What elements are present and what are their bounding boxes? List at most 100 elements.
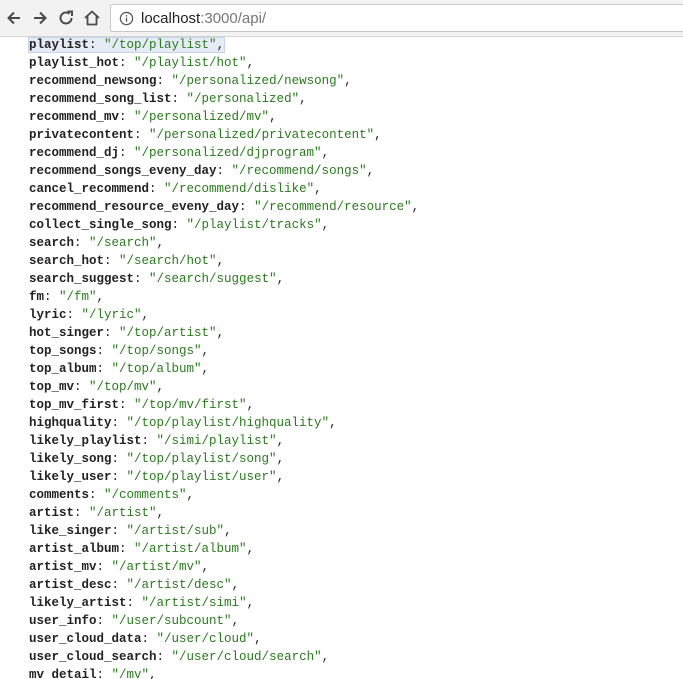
colon-separator: : xyxy=(96,344,112,358)
api-entry: fm: "/fm", xyxy=(29,290,104,304)
comma-separator: , xyxy=(269,110,277,124)
colon-separator: : xyxy=(96,362,112,376)
api-path-value: "/fm" xyxy=(59,290,97,304)
api-entry-row: top_songs: "/top/songs", xyxy=(29,342,419,360)
api-entry: user_cloud_search: "/user/cloud/search", xyxy=(29,650,329,664)
api-path-value: "/top/artist" xyxy=(119,326,217,340)
address-bar[interactable]: localhost:3000/api/ xyxy=(110,4,683,32)
comma-separator: , xyxy=(201,344,210,358)
colon-separator: : xyxy=(111,416,127,430)
comma-separator: , xyxy=(216,326,225,340)
api-path-value: "/artist/album" xyxy=(134,542,247,556)
api-entry-row: artist_album: "/artist/album", xyxy=(29,540,419,558)
api-entry: mv_detail: "/mv", xyxy=(29,668,157,679)
api-entry: top_mv_first: "/top/mv/first", xyxy=(29,398,254,412)
api-entry: recommend_songs_eveny_day: "/recommend/s… xyxy=(29,164,374,178)
home-button[interactable] xyxy=(80,6,104,30)
forward-button[interactable] xyxy=(28,6,52,30)
comma-separator: , xyxy=(374,128,382,142)
api-entry-row: collect_single_song: "/playlist/tracks", xyxy=(29,216,419,234)
api-key: cancel_recommend xyxy=(29,182,150,196)
api-entry: recommend_dj: "/personalized/djprogram", xyxy=(29,146,329,160)
reload-button[interactable] xyxy=(54,6,78,30)
api-key: likely_artist xyxy=(29,596,127,610)
api-entry-row: highquality: "/top/playlist/highquality"… xyxy=(29,414,419,432)
comma-separator: , xyxy=(231,578,240,592)
api-entry: search: "/search", xyxy=(29,236,164,250)
api-path-value: "/personalized/mv" xyxy=(134,110,270,124)
api-entry-row: search_hot: "/search/hot", xyxy=(29,252,419,270)
api-entry: like_singer: "/artist/sub", xyxy=(29,524,232,538)
api-entry-row: like_singer: "/artist/sub", xyxy=(29,522,419,540)
api-path-value: "/top/playlist/song" xyxy=(126,452,277,466)
api-key: top_mv_first xyxy=(29,398,120,412)
info-circle-icon[interactable] xyxy=(119,11,134,26)
api-entry-row: user_cloud_data: "/user/cloud", xyxy=(29,630,419,648)
colon-separator: : xyxy=(119,146,135,160)
url-host: localhost xyxy=(141,9,201,27)
api-entry: privatecontent: "/personalized/privateco… xyxy=(29,128,382,142)
colon-separator: : xyxy=(149,182,165,196)
api-key: search xyxy=(29,236,75,250)
colon-separator: : xyxy=(239,200,255,214)
api-entry-row: recommend_mv: "/personalized/mv", xyxy=(29,108,419,126)
api-path-value: "/comments" xyxy=(104,488,187,502)
api-entry: playlist_hot: "/playlist/hot", xyxy=(29,56,254,70)
colon-separator: : xyxy=(104,326,120,340)
api-key: top_album xyxy=(29,362,97,376)
api-entry: recommend_newsong: "/personalized/newson… xyxy=(29,74,352,88)
api-key: recommend_dj xyxy=(29,146,120,160)
api-entry-row: playlist: "/top/playlist", xyxy=(27,37,419,54)
api-entry: artist_mv: "/artist/mv", xyxy=(29,560,209,574)
colon-separator: : xyxy=(104,254,120,268)
comma-separator: , xyxy=(254,632,262,646)
api-key: hot_singer xyxy=(29,326,105,340)
colon-separator: : xyxy=(74,236,90,250)
api-key: top_mv xyxy=(29,380,75,394)
colon-separator: : xyxy=(171,218,187,232)
api-path-value: "/top/playlist/user" xyxy=(126,470,277,484)
api-key: recommend_mv xyxy=(29,110,120,124)
colon-separator: : xyxy=(96,668,112,679)
api-path-value: "/artist/mv" xyxy=(111,560,202,574)
api-entry: recommend_resource_eveny_day: "/recommen… xyxy=(29,200,419,214)
api-key: recommend_resource_eveny_day xyxy=(29,200,240,214)
api-entry-row: lyric: "/lyric", xyxy=(29,306,419,324)
colon-separator: : xyxy=(89,38,105,52)
comma-separator: , xyxy=(299,92,307,106)
api-path-value: "/top/songs" xyxy=(111,344,202,358)
comma-separator: , xyxy=(186,488,195,502)
comma-separator: , xyxy=(321,650,330,664)
colon-separator: : xyxy=(89,488,105,502)
api-entry-row: recommend_dj: "/personalized/djprogram", xyxy=(29,144,419,162)
api-entry: top_album: "/top/album", xyxy=(29,362,209,376)
colon-separator: : xyxy=(156,74,172,88)
api-entry: hot_singer: "/top/artist", xyxy=(29,326,224,340)
api-entry: recommend_mv: "/personalized/mv", xyxy=(29,110,277,124)
comma-separator: , xyxy=(366,164,375,178)
api-key: like_singer xyxy=(29,524,112,538)
api-entry: playlist: "/top/playlist", xyxy=(27,37,226,53)
api-entry: likely_playlist: "/simi/playlist", xyxy=(29,434,284,448)
api-entry-row: artist: "/artist", xyxy=(29,504,419,522)
api-path-value: "/artist" xyxy=(89,506,157,520)
api-path-value: "/playlist/tracks" xyxy=(186,218,322,232)
api-entry-row: likely_artist: "/artist/simi", xyxy=(29,594,419,612)
api-entry-row: cancel_recommend: "/recommend/dislike", xyxy=(29,180,419,198)
api-key: search_hot xyxy=(29,254,105,268)
colon-separator: : xyxy=(66,308,82,322)
api-path-value: "/personalized/newsong" xyxy=(171,74,345,88)
comma-separator: , xyxy=(276,272,285,286)
api-key: recommend_newsong xyxy=(29,74,157,88)
api-entry: recommend_song_list: "/personalized", xyxy=(29,92,307,106)
url-text[interactable]: localhost:3000/api/ xyxy=(141,10,266,27)
comma-separator: , xyxy=(329,416,337,430)
api-entry-row: comments: "/comments", xyxy=(29,486,419,504)
api-entry-row: recommend_newsong: "/personalized/newson… xyxy=(29,72,419,90)
comma-separator: , xyxy=(246,596,255,610)
colon-separator: : xyxy=(111,578,127,592)
api-entry-row: hot_singer: "/top/artist", xyxy=(29,324,419,342)
back-button[interactable] xyxy=(2,6,26,30)
api-entry: artist_desc: "/artist/desc", xyxy=(29,578,239,592)
api-entry-row: user_cloud_search: "/user/cloud/search", xyxy=(29,648,419,666)
